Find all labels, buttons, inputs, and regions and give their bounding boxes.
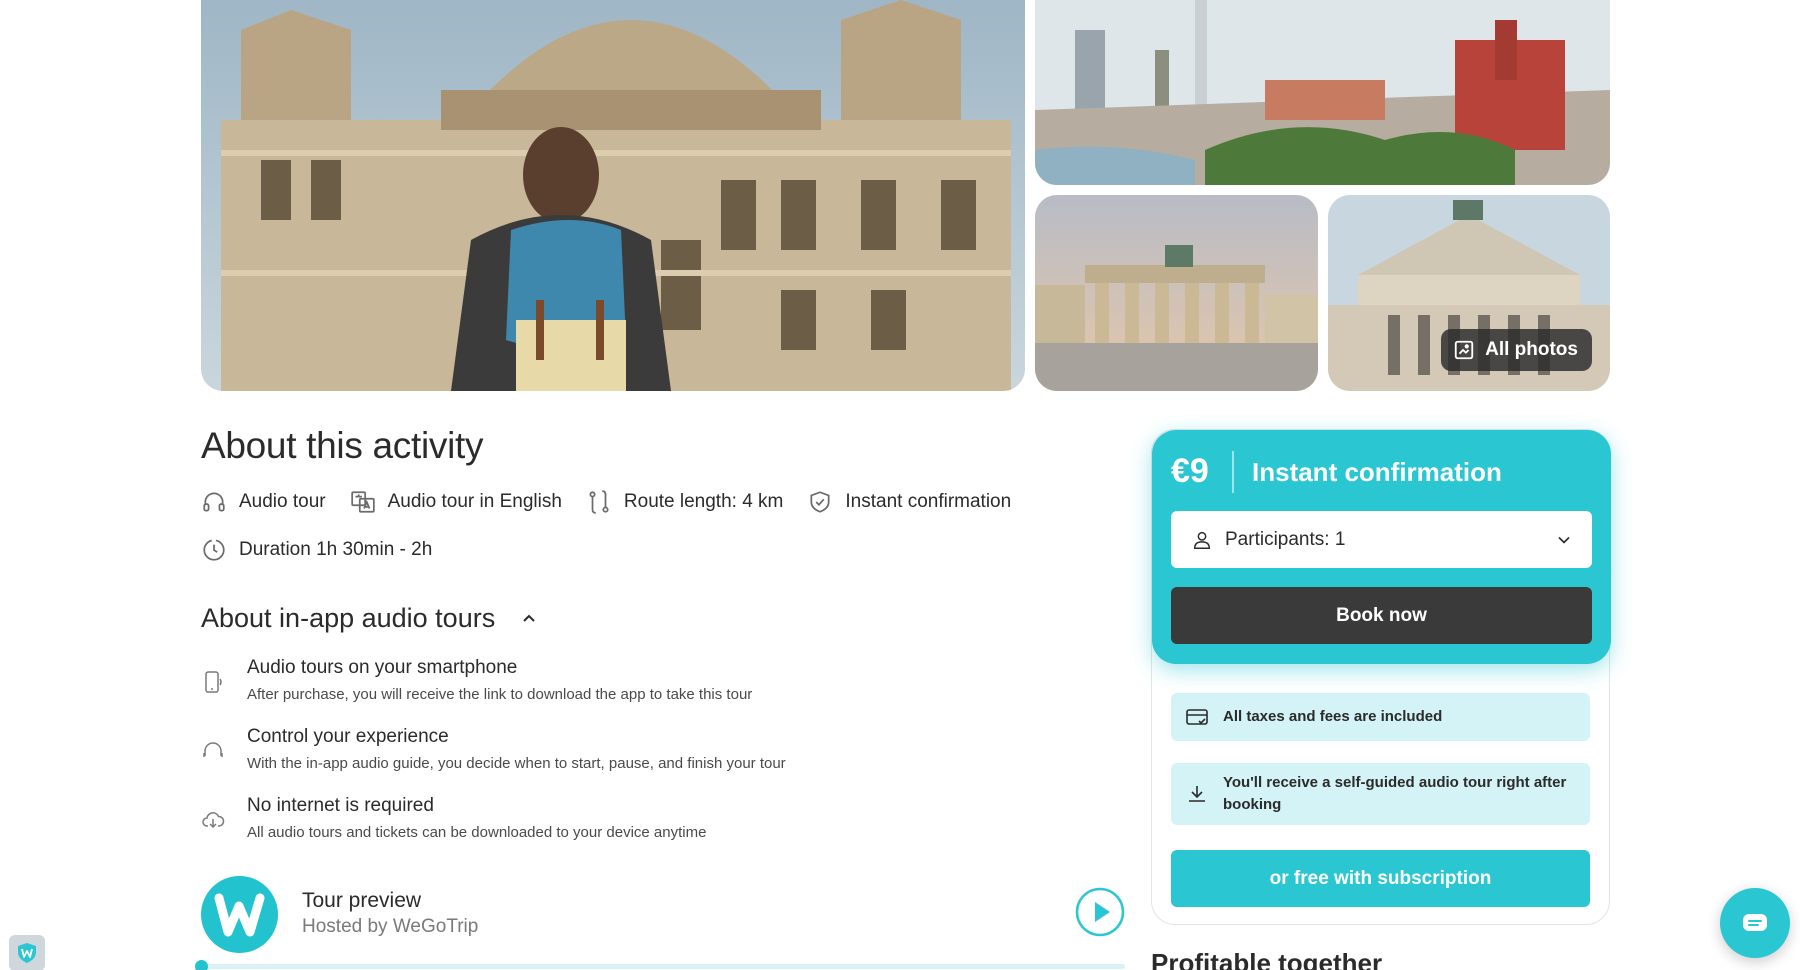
person-icon [1193, 531, 1211, 549]
audio-tours-header: About in-app audio tours [201, 603, 1121, 634]
route-icon [589, 490, 609, 514]
extension-badge[interactable] [9, 935, 45, 970]
booking-card-header: €9 Instant confirmation Participants: 1 … [1152, 430, 1611, 664]
photo-brandenburg-gate[interactable] [1035, 195, 1318, 391]
progress-handle[interactable] [195, 960, 208, 970]
book-now-button[interactable]: Book now [1171, 587, 1592, 644]
feature-route-length: Route length: 4 km [586, 489, 783, 515]
wegotrip-logo [201, 876, 278, 953]
list-item: No internet is required All audio tours … [201, 794, 1121, 843]
perk-description: After purchase, you will receive the lin… [247, 686, 753, 703]
cloud-download-icon [202, 812, 225, 829]
play-button[interactable] [1075, 887, 1125, 937]
preview-host: Hosted by WeGoTrip [302, 916, 479, 937]
perk-title: Audio tours on your smartphone [247, 657, 518, 678]
headset-icon [203, 742, 223, 757]
feature-audio-tour: Audio tour [201, 489, 326, 515]
list-item: Control your experience With the in-app … [201, 725, 1121, 774]
perk-title: Control your experience [247, 726, 449, 747]
page-title: About this activity [201, 425, 484, 466]
translate-icon [350, 491, 375, 513]
shield-w-icon [18, 943, 36, 963]
chat-button[interactable] [1720, 888, 1790, 958]
preview-title: Tour preview [302, 889, 422, 912]
divider [1232, 451, 1234, 493]
tour-preview-player: Tour preview Hosted by WeGoTrip [195, 876, 1125, 970]
info-audio-tour: You'll receive a self-guided audio tour … [1171, 763, 1590, 825]
activity-details: About this activity Audio tour Audio tou… [201, 425, 1121, 863]
perk-description: With the in-app audio guide, you decide … [247, 755, 786, 772]
audio-tours-title: About in-app audio tours [201, 603, 496, 633]
credit-card-icon [1186, 709, 1208, 725]
chevron-up-icon[interactable] [517, 607, 541, 631]
perk-description: All audio tours and tickets can be downl… [247, 824, 707, 841]
all-photos-button[interactable]: All photos [1441, 329, 1592, 371]
confirmation-label: Instant confirmation [1252, 457, 1502, 487]
clock-icon [203, 539, 225, 561]
info-taxes: All taxes and fees are included [1171, 693, 1590, 741]
preview-progress-bar[interactable] [195, 960, 1125, 970]
feature-duration: Duration 1h 30min - 2h [201, 537, 1097, 563]
shield-check-icon [810, 491, 830, 513]
list-item: Audio tours on your smartphone After pur… [201, 656, 1121, 705]
feature-instant-confirmation: Instant confirmation [807, 489, 1011, 515]
price: €9 [1171, 452, 1209, 490]
feature-list: Audio tour Audio tour in English Route l… [201, 489, 1121, 563]
download-icon [1189, 786, 1205, 802]
chat-icon [1743, 914, 1767, 931]
photo-berlin-skyline[interactable] [1035, 0, 1610, 185]
gallery-icon [1454, 340, 1474, 360]
audio-tours-list: Audio tours on your smartphone After pur… [201, 656, 1121, 843]
all-photos-label: All photos [1485, 339, 1578, 360]
profitable-title: Profitable together [1151, 948, 1383, 970]
booking-card: €9 Instant confirmation Participants: 1 … [1151, 429, 1611, 925]
subscription-button[interactable]: or free with subscription [1171, 850, 1590, 907]
headphones-icon [203, 492, 225, 512]
photo-gallery: All photos [201, 0, 1610, 391]
feature-language: Audio tour in English [350, 489, 562, 515]
participants-value: Participants: 1 [1225, 528, 1346, 550]
photo-konzerthaus[interactable]: All photos [1328, 195, 1610, 391]
photo-berlin-cathedral[interactable] [201, 0, 1025, 391]
smartphone-icon [205, 671, 222, 693]
participants-select[interactable]: Participants: 1 [1171, 511, 1592, 568]
perk-title: No internet is required [247, 795, 434, 816]
chevron-down-icon [1558, 536, 1570, 544]
